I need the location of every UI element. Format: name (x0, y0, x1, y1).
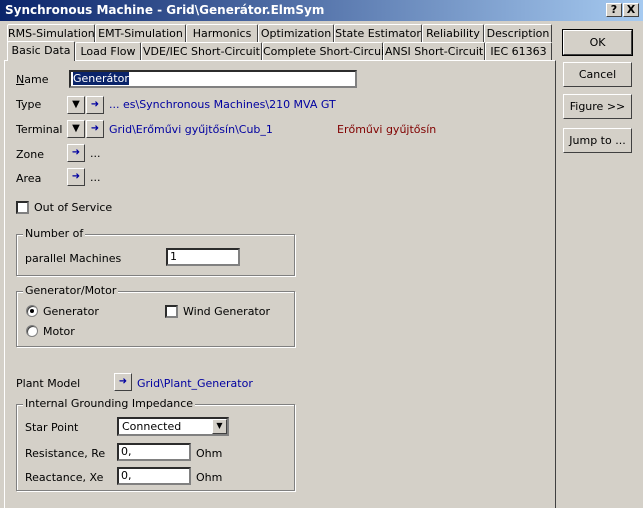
help-button[interactable]: ? (606, 3, 622, 17)
terminal-link[interactable]: Grid\Erőművi gyűjtősín\Cub_1 (109, 123, 273, 136)
tab-iec-61363[interactable]: IEC 61363 (485, 42, 552, 60)
type-dropdown-button[interactable]: ▼ (67, 96, 85, 114)
ok-button[interactable]: OK (562, 29, 633, 56)
reactance-label: Reactance, Xe (25, 471, 104, 484)
motor-radio[interactable] (26, 325, 38, 337)
type-link[interactable]: ... es\Synchronous Machines\210 MVA GT (109, 98, 336, 111)
tab-basic-data[interactable]: Basic Data (7, 41, 75, 61)
zone-value: ... (90, 147, 101, 160)
area-arrow-button[interactable]: ➜ (67, 168, 85, 186)
zone-arrow-button[interactable]: ➜ (67, 144, 85, 162)
plant-model-label: Plant Model (16, 377, 81, 390)
zone-label: Zone (16, 148, 45, 161)
area-value: ... (90, 171, 101, 184)
type-arrow-button[interactable]: ➜ (86, 96, 104, 114)
terminal-label: Terminal (16, 123, 63, 136)
tab-ansi-short-circuit[interactable]: ANSI Short-Circuit (383, 42, 485, 60)
resistance-input[interactable]: 0, (117, 443, 191, 461)
motor-label: Motor (43, 325, 75, 338)
star-point-value: Connected (122, 420, 182, 433)
tab-vde-iec-short-circuit[interactable]: VDE/IEC Short-Circuit (141, 42, 262, 60)
window-title: Synchronous Machine - Grid\Generátor.Elm… (0, 0, 643, 21)
generator-radio[interactable] (26, 305, 38, 317)
plant-model-arrow-button[interactable]: ➜ (114, 373, 132, 391)
area-label: Area (16, 172, 42, 185)
star-point-select[interactable]: Connected ▼ (117, 417, 229, 436)
cancel-button[interactable]: Cancel (563, 62, 632, 87)
number-of-title: Number of (23, 227, 86, 240)
tab-complete-short-circuit[interactable]: Complete Short-Circuit (262, 42, 388, 60)
figure-button[interactable]: Figure >> (563, 94, 632, 119)
type-label: Type (16, 98, 42, 111)
grounding-title: Internal Grounding Impedance (23, 397, 196, 410)
name-label: Name (16, 73, 49, 86)
tab-rms-simulation[interactable]: RMS-Simulation (7, 24, 95, 42)
tab-state-estimator[interactable]: State Estimator (334, 24, 422, 42)
tab-load-flow[interactable]: Load Flow (75, 42, 141, 60)
plant-model-link[interactable]: Grid\Plant_Generator (137, 377, 253, 390)
generator-motor-group: Generator/Motor (16, 284, 295, 347)
terminal-busbar-name: Erőművi gyűjtősín (337, 123, 437, 136)
tab-reliability[interactable]: Reliability (422, 24, 484, 42)
tab-harmonics[interactable]: Harmonics (186, 24, 258, 42)
resistance-label: Resistance, Re (25, 447, 106, 460)
chevron-down-icon[interactable]: ▼ (212, 419, 227, 434)
parallel-machines-input[interactable]: 1 (166, 248, 240, 266)
generator-motor-title: Generator/Motor (23, 284, 119, 297)
tab-optimization[interactable]: Optimization (258, 24, 334, 42)
close-button[interactable]: X (623, 3, 639, 17)
out-of-service-label: Out of Service (34, 201, 113, 214)
resistance-unit: Ohm (196, 447, 223, 460)
tab-emt-simulation[interactable]: EMT-Simulation (95, 24, 186, 42)
jump-to-button[interactable]: Jump to ... (563, 128, 632, 153)
wind-generator-checkbox[interactable] (165, 305, 178, 318)
wind-generator-label: Wind Generator (183, 305, 271, 318)
terminal-dropdown-button[interactable]: ▼ (67, 120, 85, 138)
star-point-label: Star Point (25, 421, 79, 434)
name-input[interactable]: Generátor (69, 70, 357, 88)
out-of-service-checkbox[interactable] (16, 201, 29, 214)
reactance-input[interactable]: 0, (117, 467, 191, 485)
generator-label: Generator (43, 305, 99, 318)
parallel-machines-label: parallel Machines (25, 252, 122, 265)
tab-description[interactable]: Description (484, 24, 552, 42)
reactance-unit: Ohm (196, 471, 223, 484)
terminal-arrow-button[interactable]: ➜ (86, 120, 104, 138)
